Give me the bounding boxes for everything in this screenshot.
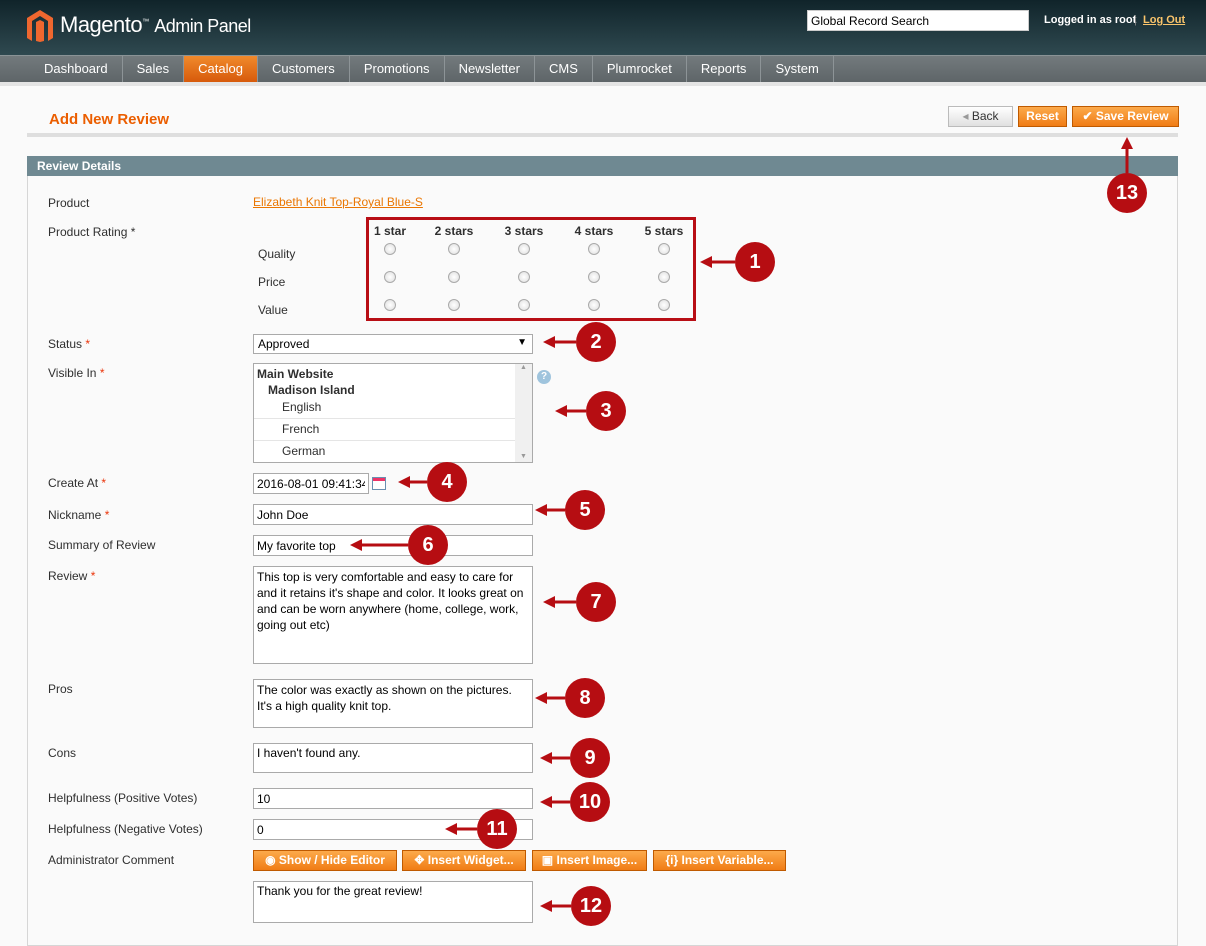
arrowhead — [540, 796, 552, 808]
callout-badge: 1 — [735, 242, 775, 282]
arrowhead — [700, 256, 712, 268]
arrowhead — [350, 539, 362, 551]
callout-badge: 4 — [427, 462, 467, 502]
callout-badge: 11 — [477, 809, 517, 849]
arrowhead — [535, 692, 547, 704]
callout-badge: 2 — [576, 322, 616, 362]
arrowhead — [540, 752, 552, 764]
callout-badge: 8 — [565, 678, 605, 718]
callout-badge: 9 — [570, 738, 610, 778]
callout-badge: 13 — [1107, 173, 1147, 213]
callout-badge: 3 — [586, 391, 626, 431]
arrowhead — [543, 336, 555, 348]
callout-badge: 12 — [571, 886, 611, 926]
arrowhead — [445, 823, 457, 835]
arrowhead — [555, 405, 567, 417]
arrowhead — [543, 596, 555, 608]
callout-badge: 7 — [576, 582, 616, 622]
callout-badge: 10 — [570, 782, 610, 822]
callout-badge: 6 — [408, 525, 448, 565]
arrowhead — [398, 476, 410, 488]
arrowhead — [1121, 137, 1133, 149]
callout-badge: 5 — [565, 490, 605, 530]
arrowhead — [540, 900, 552, 912]
arrowhead — [535, 504, 547, 516]
